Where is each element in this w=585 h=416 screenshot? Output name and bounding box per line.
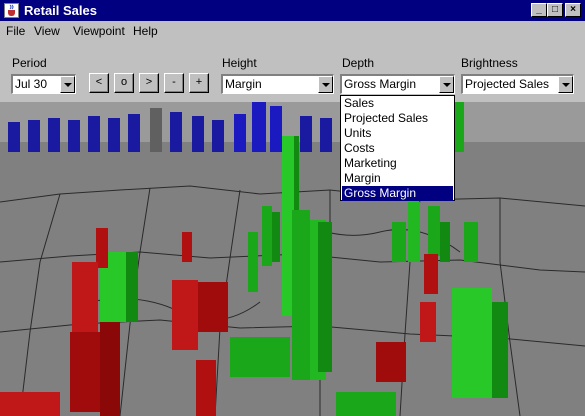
menu-file[interactable]: File <box>6 24 25 38</box>
menu-help[interactable]: Help <box>133 24 158 38</box>
next-button[interactable]: > <box>139 73 159 93</box>
chevron-down-icon[interactable] <box>558 76 573 93</box>
period-label: Period <box>12 56 47 70</box>
depth-value: Gross Margin <box>344 77 417 91</box>
dropdown-option-costs[interactable]: Costs <box>342 141 453 156</box>
reset-button[interactable]: o <box>114 73 134 93</box>
menu-view[interactable]: View <box>34 24 60 38</box>
dropdown-option-sales[interactable]: Sales <box>342 96 453 111</box>
title-bar: Retail Sales _ □ × <box>0 0 585 21</box>
period-select[interactable]: Jul 30 <box>11 74 76 94</box>
depth-label: Depth <box>342 56 375 70</box>
brightness-value: Projected Sales <box>465 77 550 91</box>
menu-bar: File View Viewpoint Help <box>0 21 585 40</box>
minimize-button[interactable]: _ <box>531 3 547 17</box>
zoom-out-button[interactable]: - <box>164 73 184 93</box>
dropdown-option-marketing[interactable]: Marketing <box>342 156 453 171</box>
dropdown-option-units[interactable]: Units <box>342 126 453 141</box>
chevron-down-icon[interactable] <box>318 76 333 93</box>
height-value: Margin <box>225 77 262 91</box>
height-select[interactable]: Margin <box>221 74 334 94</box>
brightness-select[interactable]: Projected Sales <box>461 74 574 94</box>
chevron-down-icon[interactable] <box>60 76 75 93</box>
depth-dropdown-list: Sales Projected Sales Units Costs Market… <box>340 95 455 201</box>
dropdown-option-gross-margin[interactable]: Gross Margin <box>342 186 453 201</box>
depth-select[interactable]: Gross Margin <box>340 74 455 94</box>
period-value: Jul 30 <box>15 77 48 91</box>
maximize-button[interactable]: □ <box>547 3 563 17</box>
dropdown-option-margin[interactable]: Margin <box>342 171 453 186</box>
3d-map-viewport[interactable] <box>0 102 585 416</box>
java-cup-icon <box>4 3 19 18</box>
dropdown-option-projected-sales[interactable]: Projected Sales <box>342 111 453 126</box>
height-label: Height <box>222 56 257 70</box>
brightness-label: Brightness <box>461 56 518 70</box>
previous-button[interactable]: < <box>89 73 109 93</box>
close-button[interactable]: × <box>565 3 581 17</box>
zoom-in-button[interactable]: + <box>189 73 209 93</box>
window-title: Retail Sales <box>24 3 97 18</box>
chevron-down-icon[interactable] <box>439 76 454 93</box>
menu-viewpoint[interactable]: Viewpoint <box>73 24 125 38</box>
